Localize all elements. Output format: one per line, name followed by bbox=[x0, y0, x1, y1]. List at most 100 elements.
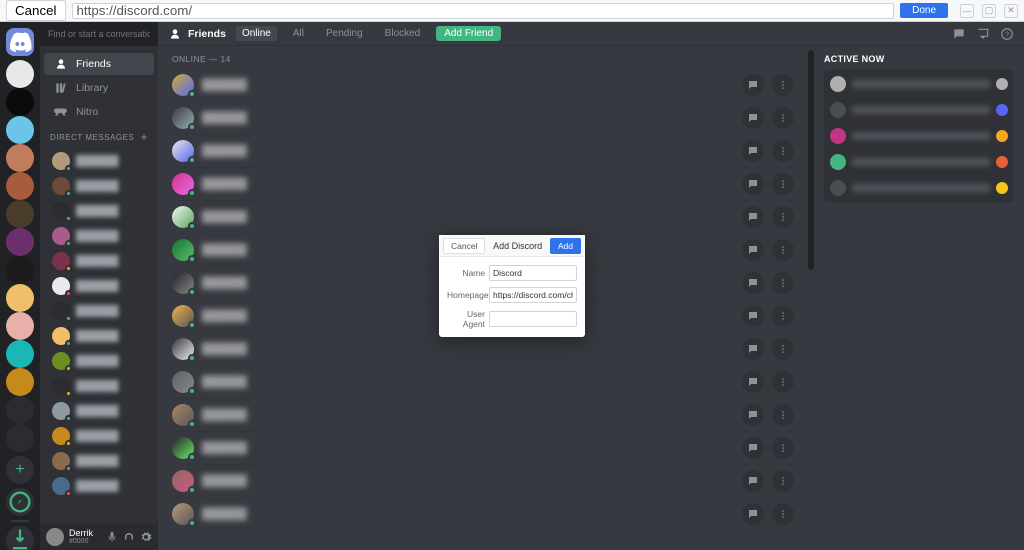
more-button[interactable] bbox=[772, 371, 794, 393]
inbox-icon[interactable] bbox=[976, 27, 990, 41]
message-button[interactable] bbox=[742, 74, 764, 96]
guild-item[interactable] bbox=[6, 116, 34, 144]
host-url-input[interactable] bbox=[72, 3, 895, 19]
new-dm-icon[interactable] bbox=[952, 27, 966, 41]
home-button[interactable] bbox=[6, 28, 34, 56]
download-button[interactable] bbox=[6, 526, 34, 550]
dm-item[interactable]: ██████ bbox=[44, 299, 154, 323]
tab-pending[interactable]: Pending bbox=[320, 26, 369, 41]
name-input[interactable] bbox=[489, 265, 577, 281]
message-button[interactable] bbox=[742, 272, 764, 294]
tab-online[interactable]: Online bbox=[236, 26, 277, 41]
guild-item[interactable] bbox=[6, 424, 34, 452]
message-button[interactable] bbox=[742, 371, 764, 393]
dm-item[interactable]: ██████ bbox=[44, 274, 154, 298]
homepage-input[interactable] bbox=[489, 287, 577, 303]
host-done-button[interactable]: Done bbox=[900, 3, 948, 18]
more-button[interactable] bbox=[772, 206, 794, 228]
guild-item[interactable] bbox=[6, 368, 34, 396]
useragent-input[interactable] bbox=[489, 311, 577, 327]
dm-item[interactable]: ██████ bbox=[44, 174, 154, 198]
dm-item[interactable]: ██████ bbox=[44, 449, 154, 473]
active-row[interactable] bbox=[830, 102, 1008, 118]
message-button[interactable] bbox=[742, 404, 764, 426]
tab-all[interactable]: All bbox=[287, 26, 310, 41]
more-button[interactable] bbox=[772, 107, 794, 129]
active-row[interactable] bbox=[830, 180, 1008, 196]
friend-row[interactable]: ██████ bbox=[158, 167, 808, 200]
window-maximize-icon[interactable]: ▢ bbox=[982, 4, 996, 18]
message-button[interactable] bbox=[742, 338, 764, 360]
friend-row[interactable]: ██████ bbox=[158, 200, 808, 233]
modal-cancel-button[interactable]: Cancel bbox=[443, 238, 485, 254]
dm-item[interactable]: ██████ bbox=[44, 249, 154, 273]
more-button[interactable] bbox=[772, 404, 794, 426]
message-button[interactable] bbox=[742, 470, 764, 492]
dm-item[interactable]: ██████ bbox=[44, 374, 154, 398]
sidebar-item-friends[interactable]: Friends bbox=[44, 53, 154, 75]
message-button[interactable] bbox=[742, 140, 764, 162]
tab-blocked[interactable]: Blocked bbox=[379, 26, 427, 41]
message-button[interactable] bbox=[742, 173, 764, 195]
dm-item[interactable]: ██████ bbox=[44, 224, 154, 248]
friend-row[interactable]: ██████ bbox=[158, 398, 808, 431]
dm-item[interactable]: ██████ bbox=[44, 474, 154, 498]
guild-item[interactable] bbox=[6, 340, 34, 368]
dm-item[interactable]: ██████ bbox=[44, 349, 154, 373]
friend-row[interactable]: ██████ bbox=[158, 68, 808, 101]
more-button[interactable] bbox=[772, 74, 794, 96]
sidebar-item-nitro[interactable]: Nitro bbox=[44, 101, 154, 123]
more-button[interactable] bbox=[772, 470, 794, 492]
active-row[interactable] bbox=[830, 76, 1008, 92]
more-button[interactable] bbox=[772, 173, 794, 195]
dm-item[interactable]: ██████ bbox=[44, 324, 154, 348]
friend-row[interactable]: ██████ bbox=[158, 134, 808, 167]
add-dm-button[interactable]: + bbox=[140, 130, 148, 144]
more-button[interactable] bbox=[772, 239, 794, 261]
guild-item[interactable] bbox=[6, 312, 34, 340]
guild-item[interactable] bbox=[6, 200, 34, 228]
dm-item[interactable]: ██████ bbox=[44, 424, 154, 448]
message-button[interactable] bbox=[742, 206, 764, 228]
sidebar-item-library[interactable]: Library bbox=[44, 77, 154, 99]
more-button[interactable] bbox=[772, 140, 794, 162]
window-minimize-icon[interactable]: — bbox=[960, 4, 974, 18]
active-row[interactable] bbox=[830, 128, 1008, 144]
dm-item[interactable]: ██████ bbox=[44, 149, 154, 173]
more-button[interactable] bbox=[772, 305, 794, 327]
avatar[interactable] bbox=[46, 528, 64, 546]
guild-item[interactable] bbox=[6, 172, 34, 200]
window-close-icon[interactable]: ✕ bbox=[1004, 4, 1018, 18]
explore-button[interactable] bbox=[6, 488, 34, 516]
guild-item[interactable] bbox=[6, 144, 34, 172]
guild-item[interactable] bbox=[6, 228, 34, 256]
settings-icon[interactable] bbox=[140, 531, 152, 543]
more-button[interactable] bbox=[772, 503, 794, 525]
guild-item[interactable] bbox=[6, 396, 34, 424]
guild-item[interactable] bbox=[6, 284, 34, 312]
message-button[interactable] bbox=[742, 239, 764, 261]
more-button[interactable] bbox=[772, 437, 794, 459]
guild-item[interactable] bbox=[6, 88, 34, 116]
friend-row[interactable]: ██████ bbox=[158, 101, 808, 134]
dm-item[interactable]: ██████ bbox=[44, 199, 154, 223]
add-friend-button[interactable]: Add Friend bbox=[436, 26, 501, 41]
dm-item[interactable]: ██████ bbox=[44, 399, 154, 423]
more-button[interactable] bbox=[772, 272, 794, 294]
guild-item[interactable] bbox=[6, 60, 34, 88]
message-button[interactable] bbox=[742, 107, 764, 129]
message-button[interactable] bbox=[742, 437, 764, 459]
friend-row[interactable]: ██████ bbox=[158, 497, 808, 530]
friend-row[interactable]: ██████ bbox=[158, 365, 808, 398]
quick-switcher[interactable] bbox=[40, 22, 158, 46]
host-cancel-button[interactable]: Cancel bbox=[6, 0, 66, 21]
active-row[interactable] bbox=[830, 154, 1008, 170]
mute-icon[interactable] bbox=[106, 531, 118, 543]
more-button[interactable] bbox=[772, 338, 794, 360]
deafen-icon[interactable] bbox=[123, 531, 135, 543]
guild-item[interactable] bbox=[6, 256, 34, 284]
friend-row[interactable]: ██████ bbox=[158, 464, 808, 497]
friend-row[interactable]: ██████ bbox=[158, 431, 808, 464]
search-input[interactable] bbox=[46, 26, 152, 42]
help-icon[interactable]: ? bbox=[1000, 27, 1014, 41]
